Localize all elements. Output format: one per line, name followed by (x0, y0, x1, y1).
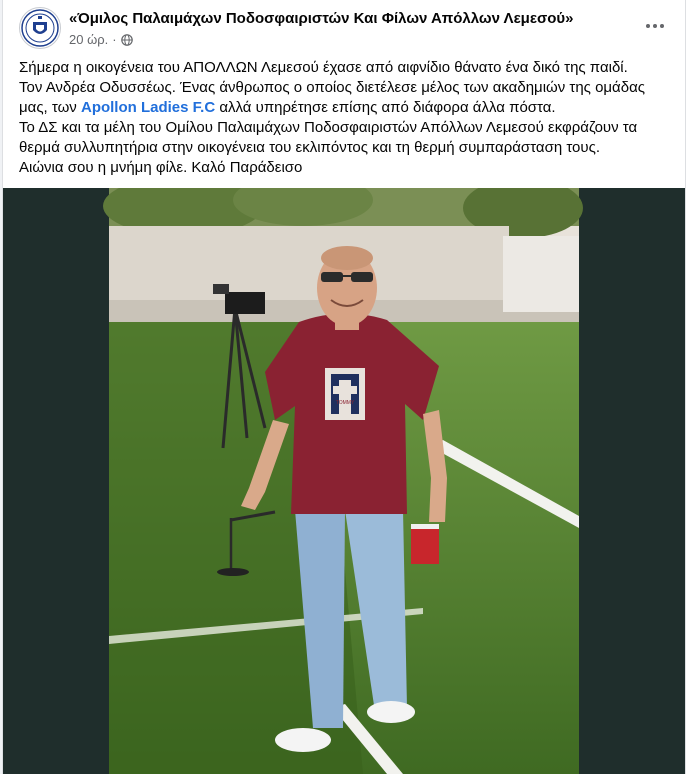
page-avatar[interactable] (19, 7, 61, 49)
post-text-line: Τον Ανδρέα Οδυσσέως. Ένας άνθρωπος ο οπο… (19, 79, 645, 96)
post-photo[interactable]: TOMMY (3, 188, 685, 774)
post-text-line: μας, των Apollon Ladies F.C αλλά υπηρέτη… (19, 98, 669, 118)
post-text-line: Σήμερα η οικογένεια του ΑΠΟΛΛΩΝ Λεμεσού … (19, 59, 628, 76)
post-header: «Όμιλος Παλαιμάχων Ποδοσφαιριστών Και Φί… (3, 0, 685, 58)
post-text-line: Το ΔΣ και τα μέλη του Ομίλου Παλαιμάχων … (19, 119, 638, 136)
globe-icon (120, 33, 133, 46)
photo-man-on-football-pitch: TOMMY (103, 188, 583, 774)
more-horizontal-icon (646, 24, 664, 28)
meta-separator: · (112, 32, 117, 47)
post-text-line: Αιώνια σου η μνήμη φίλε. Καλό Παράδεισο (19, 159, 303, 176)
post-timestamp[interactable]: 20 ώρ. (69, 32, 108, 47)
apollon-ladies-link[interactable]: Apollon Ladies F.C (81, 99, 215, 116)
post-card: «Όμιλος Παλαιμάχων Ποδοσφαιριστών Και Φί… (2, 0, 686, 774)
post-text: Σήμερα η οικογένεια του ΑΠΟΛΛΩΝ Λεμεσού … (19, 58, 669, 178)
club-logo-icon (21, 9, 59, 47)
post-meta: 20 ώρ. · (69, 32, 133, 47)
page-name-link[interactable]: «Όμιλος Παλαιμάχων Ποδοσφαιριστών Και Φί… (69, 10, 573, 27)
post-text-fragment: μας, των (19, 99, 81, 116)
post-text-line: θερμά συλλυπητήρια στην οικογένεια του ε… (19, 139, 600, 156)
post-text-fragment: αλλά υπηρέτησε επίσης από διάφορα άλλα π… (215, 99, 556, 116)
shirt-brand-text: TOMMY (336, 400, 355, 406)
more-options-button[interactable] (641, 12, 669, 40)
